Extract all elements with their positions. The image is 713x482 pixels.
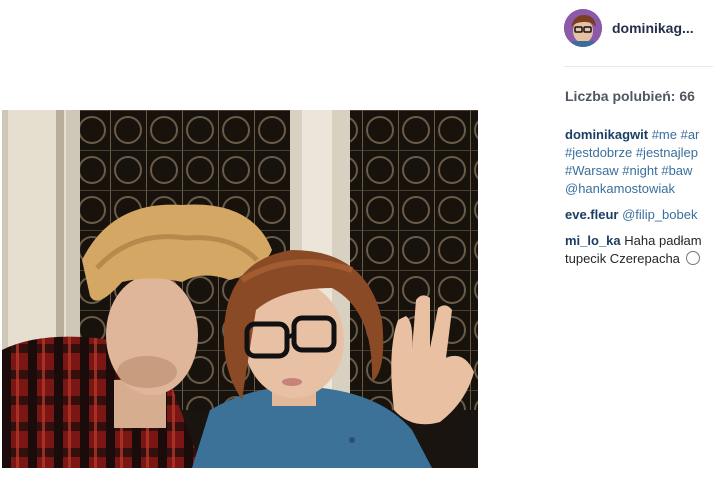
comment-username[interactable]: eve.fleur (565, 207, 618, 222)
caption-hashtags-line3[interactable]: #Warsaw #night #baw (565, 163, 692, 178)
comment-username[interactable]: mi_lo_ka (565, 233, 621, 248)
comment-item: mi_lo_ka Haha padłam tupecik Czerepacha (565, 232, 713, 268)
profile-photo-icon (564, 9, 602, 47)
comment-mention[interactable]: @filip_bobek (622, 207, 697, 222)
comment-text: Haha padłam (624, 233, 702, 248)
avatar[interactable] (564, 9, 602, 47)
selfie-photo (2, 110, 478, 468)
comment-text-continued: tupecik Czerepacha (565, 251, 680, 266)
caption-hashtags-line2[interactable]: #jestdobrze #jestnajlep (565, 145, 698, 160)
post-photo[interactable] (2, 110, 478, 468)
username-link[interactable]: dominikag... (612, 20, 694, 36)
post-sidebar: dominikag... Liczba polubień: 66 dominik… (564, 0, 713, 482)
post-header: dominikag... (564, 8, 694, 48)
comment-item: eve.fleur @filip_bobek (565, 206, 713, 224)
caption: dominikagwit #me #ar #jestdobrze #jestna… (565, 126, 713, 198)
caption-mention[interactable]: @hankamostowiak (565, 181, 675, 196)
comments-section: dominikagwit #me #ar #jestdobrze #jestna… (565, 126, 713, 268)
caption-hashtags-line1[interactable]: #me #ar (652, 127, 700, 142)
caption-username[interactable]: dominikagwit (565, 127, 648, 142)
divider (564, 66, 713, 67)
likes-count[interactable]: Liczba polubień: 66 (565, 88, 695, 104)
smiley-face-icon (685, 251, 700, 265)
